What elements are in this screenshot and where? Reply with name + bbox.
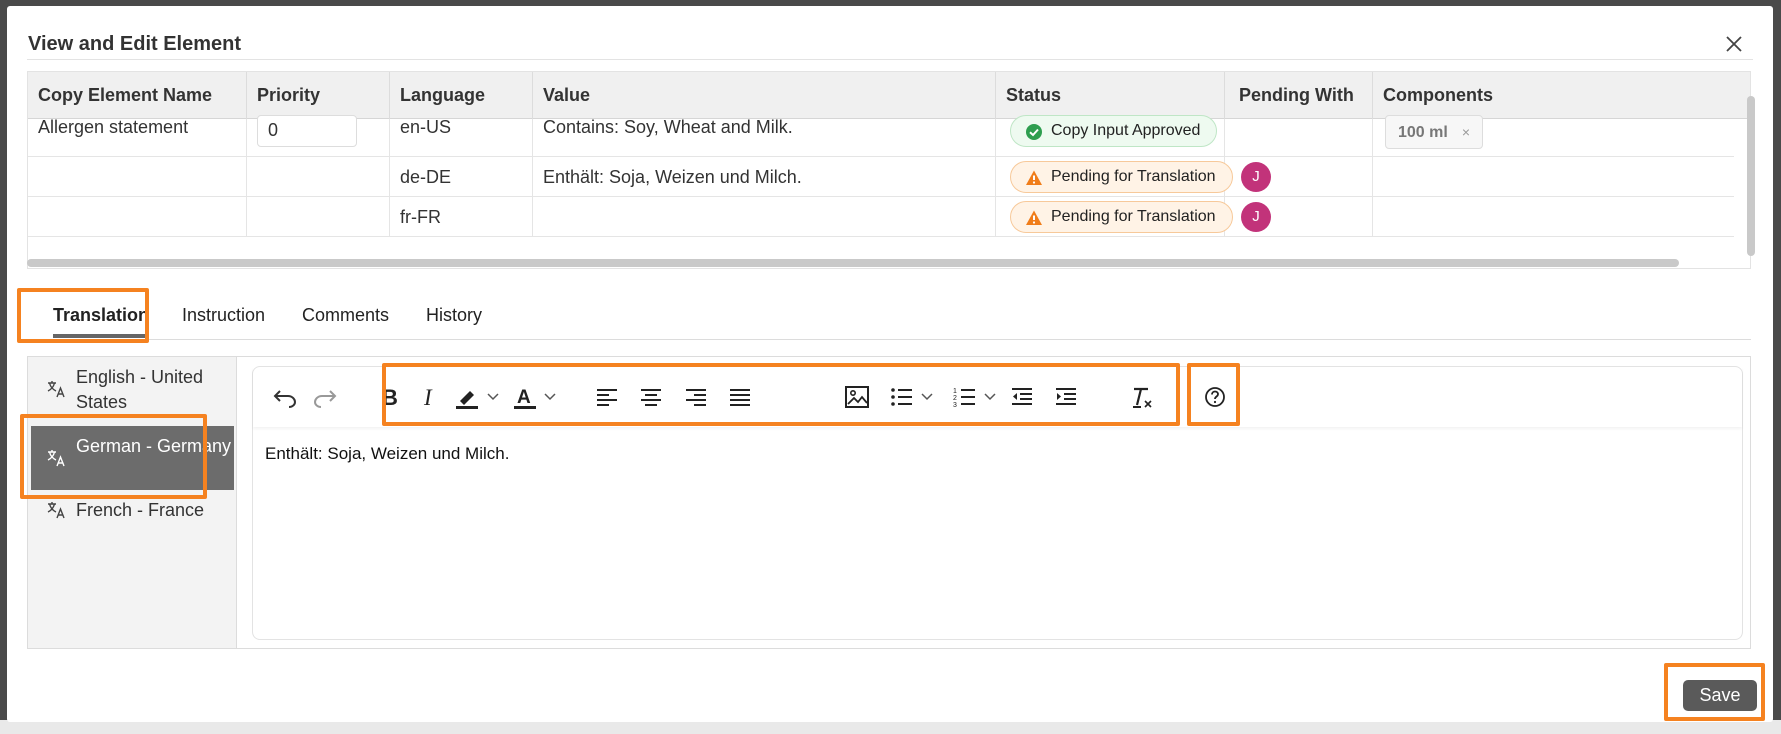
component-chip: 100 ml ×: [1385, 115, 1483, 149]
rich-text-editor[interactable]: B I A 1 2 3 Enthält: Soja, Weizen und Mi…: [252, 366, 1743, 640]
highlight-icon[interactable]: [453, 383, 481, 411]
table-row[interactable]: de-DE Enthält: Soja, Weizen und Milch. P…: [28, 157, 1734, 197]
redo-icon[interactable]: [311, 383, 339, 411]
clear-format-icon[interactable]: [1128, 383, 1156, 411]
close-icon[interactable]: [1722, 32, 1746, 56]
image-icon[interactable]: [843, 383, 871, 411]
chevron-down-icon[interactable]: [486, 389, 500, 403]
translate-icon: [47, 502, 65, 519]
italic-icon[interactable]: I: [415, 383, 443, 411]
tab-instruction[interactable]: Instruction: [182, 296, 265, 340]
value-text: Contains: Soy, Wheat and Milk.: [543, 117, 793, 137]
priority-input[interactable]: 0: [257, 115, 357, 147]
align-justify-icon[interactable]: [726, 383, 754, 411]
tab-translation[interactable]: Translation: [45, 296, 157, 340]
language-code: en-US: [400, 117, 452, 137]
svg-text:3: 3: [953, 402, 957, 409]
background-page: [0, 720, 1781, 734]
edit-element-dialog: View and Edit Element Copy Element Name …: [7, 6, 1773, 722]
language-code: fr-FR: [400, 207, 441, 227]
align-center-icon[interactable]: [637, 383, 665, 411]
table-row[interactable]: Allergen statement 0 en-US Contains: Soy…: [28, 115, 1734, 157]
align-right-icon[interactable]: [682, 383, 710, 411]
check-circle-icon: [1026, 124, 1042, 140]
language-item-de-de[interactable]: German - Germany: [31, 426, 234, 490]
tab-comments[interactable]: Comments: [302, 296, 389, 340]
save-button[interactable]: Save: [1683, 680, 1757, 711]
indent-icon[interactable]: [1052, 383, 1080, 411]
translate-icon: [47, 381, 65, 398]
svg-text:B: B: [382, 385, 398, 410]
warning-icon: [1026, 170, 1042, 185]
numbered-list-icon[interactable]: 123: [951, 383, 979, 411]
tab-history[interactable]: History: [426, 296, 482, 340]
status-badge: Copy Input Approved: [1010, 115, 1218, 147]
col-components[interactable]: Components: [1373, 72, 1750, 119]
undo-icon[interactable]: [271, 383, 299, 411]
table-header: Copy Element Name Priority Language Valu…: [28, 72, 1750, 119]
title-divider: [27, 59, 1753, 60]
editor-toolbar: B I A 1 2 3: [253, 367, 1742, 427]
col-language[interactable]: Language: [390, 72, 533, 119]
dialog-title: View and Edit Element: [28, 33, 242, 55]
col-value[interactable]: Value: [533, 72, 996, 119]
col-status[interactable]: Status: [996, 72, 1225, 119]
translation-panel: English - United States German - Germany…: [27, 356, 1751, 649]
svg-text:2: 2: [953, 395, 957, 402]
table-row[interactable]: fr-FR Pending for Translation J: [28, 197, 1734, 237]
avatar[interactable]: J: [1241, 162, 1271, 192]
element-name: Allergen statement: [38, 117, 189, 137]
detail-tabs: Translation Instruction Comments History: [27, 296, 1751, 340]
horizontal-scrollbar[interactable]: [27, 259, 1679, 267]
translate-icon: [47, 450, 65, 467]
active-tab-indicator: [53, 334, 149, 338]
col-pending-with[interactable]: Pending With: [1225, 72, 1373, 119]
svg-text:A: A: [517, 387, 531, 408]
svg-text:1: 1: [953, 388, 957, 395]
vertical-scrollbar[interactable]: [1747, 96, 1755, 256]
language-code: de-DE: [400, 167, 452, 187]
svg-text:I: I: [423, 385, 433, 410]
language-item-en-us[interactable]: English - United States: [31, 365, 234, 413]
chevron-down-icon[interactable]: [543, 389, 557, 403]
col-copy-element-name[interactable]: Copy Element Name: [28, 72, 247, 119]
bold-icon[interactable]: B: [375, 383, 403, 411]
warning-icon: [1026, 210, 1042, 225]
help-icon[interactable]: [1201, 383, 1229, 411]
copy-elements-table: Copy Element Name Priority Language Valu…: [27, 71, 1751, 269]
value-text: Enthält: Soja, Weizen und Milch.: [543, 167, 802, 187]
status-badge: Pending for Translation: [1010, 201, 1233, 233]
outdent-icon[interactable]: [1008, 383, 1036, 411]
font-color-icon[interactable]: A: [511, 383, 539, 411]
col-priority[interactable]: Priority: [247, 72, 390, 119]
status-badge: Pending for Translation: [1010, 161, 1233, 193]
remove-chip-icon[interactable]: ×: [1462, 124, 1470, 140]
chevron-down-icon[interactable]: [920, 389, 934, 403]
avatar[interactable]: J: [1241, 202, 1271, 232]
bullet-list-icon[interactable]: [888, 383, 916, 411]
align-left-icon[interactable]: [593, 383, 621, 411]
language-list: English - United States German - Germany…: [28, 357, 237, 648]
language-item-fr-fr[interactable]: French - France: [31, 498, 234, 528]
chevron-down-icon[interactable]: [983, 389, 997, 403]
editor-text[interactable]: Enthält: Soja, Weizen und Milch.: [265, 444, 509, 464]
